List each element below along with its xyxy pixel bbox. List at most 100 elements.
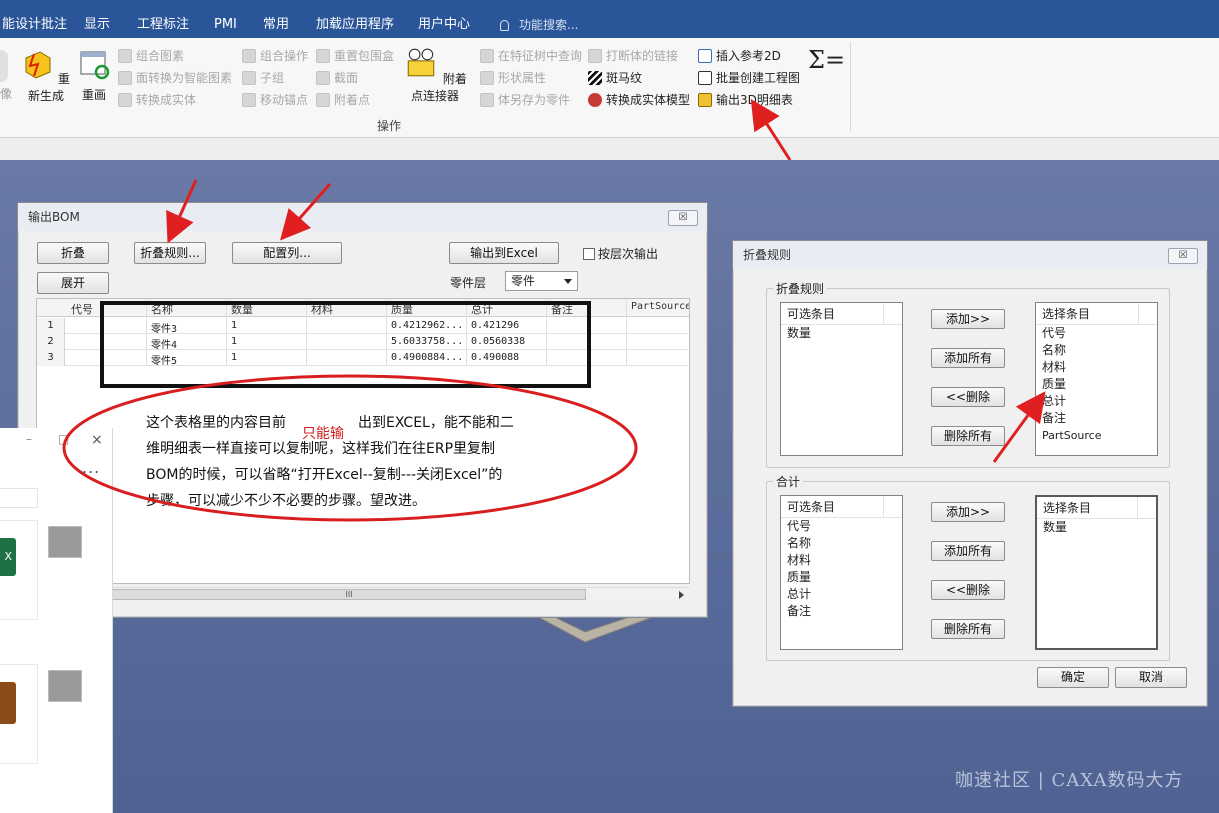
menu-addins[interactable]: 加载应用程序 bbox=[316, 0, 394, 38]
break-body-link[interactable]: 打断体的链接 bbox=[588, 47, 678, 64]
sum-remove-all-button[interactable]: 删除所有 bbox=[931, 619, 1005, 639]
export-3d-bom[interactable]: 输出3D明细表 bbox=[698, 91, 793, 108]
horizontal-scrollbar[interactable]: III bbox=[112, 587, 690, 601]
col-header-total[interactable]: 总计 bbox=[471, 301, 493, 317]
sigma-sum-button[interactable]: Σ= bbox=[808, 46, 845, 74]
minimize-button[interactable]: – bbox=[26, 432, 32, 446]
list-item[interactable]: 名称 bbox=[781, 535, 902, 552]
cell-name[interactable]: 零件4 bbox=[151, 336, 177, 351]
menu-design-review[interactable]: 能设计批注 bbox=[2, 0, 67, 38]
col-header-name[interactable]: 名称 bbox=[151, 301, 173, 317]
list-item[interactable]: 材料 bbox=[1036, 359, 1157, 376]
col-header-mass[interactable]: 质量 bbox=[391, 301, 413, 317]
cell-total[interactable]: 0.0560338 bbox=[471, 336, 525, 347]
list-item[interactable]: 质量 bbox=[781, 569, 902, 586]
list-item[interactable]: 质量 bbox=[1036, 376, 1157, 393]
attach-connector-button[interactable]: 附着点连接器 bbox=[398, 46, 472, 104]
menu-display[interactable]: 显示 bbox=[84, 0, 110, 38]
fold-remove-button[interactable]: <<删除 bbox=[931, 387, 1005, 407]
face-to-smart[interactable]: 面转换为智能图素 bbox=[118, 69, 232, 86]
cell-mass[interactable]: 5.6033758... bbox=[391, 336, 463, 347]
cell-total[interactable]: 0.490088 bbox=[471, 352, 519, 363]
reset-bounding-box[interactable]: 重置包围盒 bbox=[316, 47, 394, 64]
shape-properties[interactable]: 形状属性 bbox=[480, 69, 546, 86]
bom-close-button[interactable]: ☒ bbox=[668, 210, 698, 226]
col-header-qty[interactable]: 数量 bbox=[231, 301, 253, 317]
scrollbar-thumb[interactable]: III bbox=[112, 589, 586, 600]
part-level-select[interactable]: 零件 bbox=[505, 271, 578, 291]
sum-add-all-button[interactable]: 添加所有 bbox=[931, 541, 1005, 561]
zebra-stripes[interactable]: 斑马纹 bbox=[588, 69, 642, 86]
redraw-button[interactable]: 重画 bbox=[78, 48, 110, 103]
list-item[interactable]: PartSource bbox=[1036, 427, 1157, 444]
table-row[interactable]: 1 零件3 1 0.4212962... 0.421296 bbox=[37, 318, 689, 335]
convert-to-solid[interactable]: 转换成实体 bbox=[118, 91, 196, 108]
maximize-button[interactable]: □ bbox=[58, 432, 69, 446]
image-button[interactable]: 像 bbox=[0, 50, 18, 102]
list-item[interactable]: 名称 bbox=[1036, 342, 1157, 359]
checkbox-box[interactable] bbox=[583, 247, 595, 260]
subgroup[interactable]: 子组 bbox=[242, 69, 284, 86]
query-in-tree[interactable]: 在特征树中查询 bbox=[480, 47, 582, 64]
list-item[interactable]: 代号 bbox=[781, 518, 902, 535]
cancel-button[interactable]: 取消 bbox=[1115, 667, 1187, 688]
list-item[interactable]: 备注 bbox=[781, 603, 902, 620]
menu-dimension[interactable]: 工程标注 bbox=[137, 0, 189, 38]
config-columns-button[interactable]: 配置列... bbox=[232, 242, 342, 264]
function-search[interactable]: 功能搜索... bbox=[500, 0, 578, 38]
cell-qty[interactable]: 1 bbox=[231, 320, 237, 331]
section[interactable]: 截面 bbox=[316, 69, 358, 86]
sum-available-list[interactable]: 可选条目 代号 名称 材料 质量 总计 备注 bbox=[780, 495, 903, 650]
cell-name[interactable]: 零件5 bbox=[151, 352, 177, 367]
fold-button[interactable]: 折叠 bbox=[37, 242, 109, 264]
combine-elements[interactable]: 组合图素 bbox=[118, 47, 184, 64]
more-options-icon[interactable]: ... bbox=[82, 458, 100, 477]
export-excel-button[interactable]: 输出到Excel bbox=[449, 242, 559, 264]
fold-add-button[interactable]: 添加>> bbox=[931, 309, 1005, 329]
fold-remove-all-button[interactable]: 删除所有 bbox=[931, 426, 1005, 446]
scroll-right-arrow-icon[interactable] bbox=[679, 591, 684, 599]
attach-point[interactable]: 附着点 bbox=[316, 91, 370, 108]
col-header-partsource[interactable]: PartSource bbox=[631, 301, 689, 312]
insert-reference-2d[interactable]: 插入参考2D bbox=[698, 47, 781, 64]
combine-operation[interactable]: 组合操作 bbox=[242, 47, 308, 64]
list-item[interactable]: 代号 bbox=[1036, 325, 1157, 342]
convert-to-solid-model[interactable]: 转换成实体模型 bbox=[588, 91, 690, 108]
list-item[interactable]: 数量 bbox=[781, 325, 902, 342]
menu-pmi[interactable]: PMI bbox=[214, 0, 237, 38]
cell-qty[interactable]: 1 bbox=[231, 336, 237, 347]
cell-mass[interactable]: 0.4212962... bbox=[391, 320, 463, 331]
sum-selected-list[interactable]: 选择条目 数量 bbox=[1035, 495, 1158, 650]
move-anchor[interactable]: 移动锚点 bbox=[242, 91, 308, 108]
close-button[interactable]: × bbox=[91, 432, 103, 448]
list-item[interactable]: 总计 bbox=[781, 586, 902, 603]
list-item[interactable]: 数量 bbox=[1037, 519, 1156, 536]
fold-add-all-button[interactable]: 添加所有 bbox=[931, 348, 1005, 368]
fold-dialog-close-button[interactable]: ☒ bbox=[1168, 248, 1198, 264]
menu-common[interactable]: 常用 bbox=[263, 0, 289, 38]
cell-name[interactable]: 零件3 bbox=[151, 320, 177, 335]
sum-add-button[interactable]: 添加>> bbox=[931, 502, 1005, 522]
sum-remove-button[interactable]: <<删除 bbox=[931, 580, 1005, 600]
batch-create-drawing[interactable]: 批量创建工程图 bbox=[698, 69, 800, 86]
col-header-material[interactable]: 材料 bbox=[311, 301, 333, 317]
list-item[interactable]: 备注 bbox=[1036, 410, 1157, 427]
fold-selected-list[interactable]: 选择条目 代号 名称 材料 质量 总计 备注 PartSource bbox=[1035, 302, 1158, 456]
file-thumbnail-icon[interactable] bbox=[48, 670, 82, 702]
ok-button[interactable]: 确定 bbox=[1037, 667, 1109, 688]
list-item[interactable]: 总计 bbox=[1036, 393, 1157, 410]
col-header-code[interactable]: 代号 bbox=[71, 301, 93, 317]
list-item[interactable]: 材料 bbox=[781, 552, 902, 569]
save-body-as-part[interactable]: 体另存为零件 bbox=[480, 91, 570, 108]
fold-available-list[interactable]: 可选条目 数量 bbox=[780, 302, 903, 456]
regenerate-button[interactable]: 重新生成 bbox=[20, 48, 72, 104]
cell-mass[interactable]: 0.4900884... bbox=[391, 352, 463, 363]
cell-qty[interactable]: 1 bbox=[231, 352, 237, 363]
expand-button[interactable]: 展开 bbox=[37, 272, 109, 294]
fold-rule-button[interactable]: 折叠规则... bbox=[134, 242, 206, 264]
file-thumbnail-icon[interactable] bbox=[48, 526, 82, 558]
cell-total[interactable]: 0.421296 bbox=[471, 320, 519, 331]
table-row[interactable]: 3 零件5 1 0.4900884... 0.490088 bbox=[37, 350, 689, 367]
menu-user-center[interactable]: 用户中心 bbox=[418, 0, 470, 38]
col-header-remark[interactable]: 备注 bbox=[551, 301, 573, 317]
